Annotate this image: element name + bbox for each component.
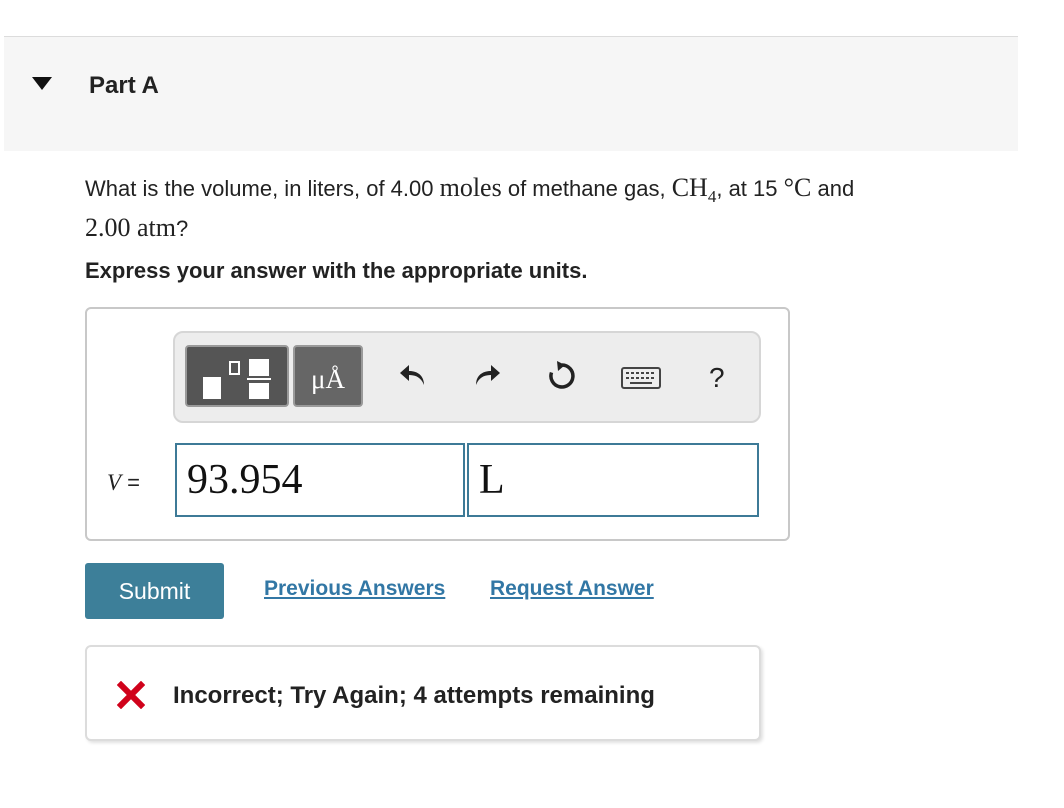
keyboard-icon[interactable]	[621, 367, 661, 389]
undo-icon[interactable]	[397, 359, 429, 391]
feedback-message: Incorrect; Try Again; 4 attempts remaini…	[173, 682, 655, 709]
formula: CH4	[671, 173, 717, 206]
triangle-down-icon[interactable]	[32, 77, 52, 90]
variable-label: V =	[107, 470, 140, 496]
redo-icon[interactable]	[471, 359, 503, 391]
variable-symbol: V	[107, 470, 122, 495]
instruction-text: Express your answer with the appropriate…	[85, 258, 588, 283]
equals-sign: =	[121, 470, 141, 495]
unit-input[interactable]: L	[467, 443, 759, 517]
value-input[interactable]: 93.954	[175, 443, 465, 517]
templates-icon[interactable]	[185, 345, 289, 407]
question-moles: moles	[439, 173, 502, 202]
question-segment: ?	[176, 216, 189, 242]
help-icon[interactable]: ?	[709, 362, 725, 394]
question-segment: and	[811, 176, 855, 201]
temperature-unit: °C	[783, 173, 812, 202]
pressure-value: 2.00 atm	[85, 213, 176, 243]
reset-icon[interactable]	[545, 359, 579, 393]
feedback-box: Incorrect; Try Again; 4 attempts remaini…	[85, 645, 761, 741]
equation-toolbar: μÅ ?	[173, 331, 761, 423]
formula-main: CH	[671, 173, 708, 202]
units-icon[interactable]: μÅ	[293, 345, 363, 407]
request-answer-link[interactable]: Request Answer	[490, 577, 654, 601]
previous-answers-link[interactable]: Previous Answers	[264, 577, 445, 601]
question-segment: , at 15	[716, 176, 784, 201]
question-segment: What is the volume, in liters, of 4.00	[85, 176, 440, 201]
submit-button[interactable]: Submit	[85, 563, 224, 619]
x-icon	[117, 681, 145, 709]
part-title: Part A	[89, 72, 159, 99]
answer-box: μÅ ? V = 93.954 L	[85, 307, 790, 541]
question-text: What is the volume, in liters, of 4.00 m…	[85, 172, 1020, 244]
question-segment: of methane gas,	[501, 176, 672, 201]
